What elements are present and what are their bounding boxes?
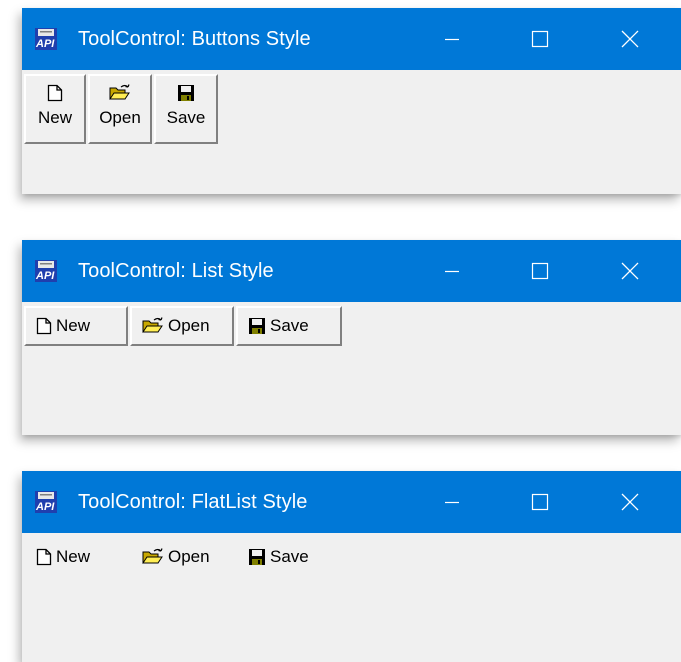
window-title: ToolControl: List Style [78, 260, 274, 282]
minimize-button[interactable] [422, 471, 482, 533]
save-button[interactable]: Save [154, 74, 218, 144]
save-label: Save [270, 316, 309, 335]
floppy-disk-icon [178, 85, 194, 101]
minimize-icon [445, 270, 459, 273]
new-document-icon [36, 317, 52, 335]
window-title: ToolControl: FlatList Style [78, 491, 308, 513]
maximize-button[interactable] [510, 240, 570, 302]
close-button[interactable] [600, 240, 660, 302]
floppy-disk-icon [249, 318, 265, 334]
close-button[interactable] [600, 471, 660, 533]
title-bar[interactable]: API ToolControl: List Style [22, 240, 681, 302]
window-buttons-style: API ToolControl: Buttons Style New Open … [22, 8, 681, 194]
close-icon [621, 30, 639, 48]
window-list-style: API ToolControl: List Style New Open Sav… [22, 240, 681, 435]
window-flatlist-style: API ToolControl: FlatList Style New Open… [22, 471, 681, 662]
app-icon: API [35, 491, 57, 513]
toolbar: New Open Save [24, 306, 344, 346]
svg-text:API: API [35, 501, 55, 513]
floppy-disk-icon [249, 549, 265, 565]
open-button[interactable]: Open [130, 306, 234, 346]
new-label: New [56, 547, 91, 566]
open-label: Open [99, 108, 141, 127]
save-label: Save [270, 547, 309, 566]
svg-text:API: API [35, 270, 55, 282]
client-area: New Open Save [22, 533, 681, 662]
toolbar: New Open Save [24, 74, 220, 144]
open-button[interactable]: Open [130, 537, 234, 577]
save-button[interactable]: Save [236, 537, 342, 577]
new-button[interactable]: New [24, 74, 86, 144]
window-title: ToolControl: Buttons Style [78, 28, 311, 50]
svg-text:API: API [35, 38, 55, 50]
open-label: Open [168, 316, 210, 335]
close-icon [621, 493, 639, 511]
minimize-icon [445, 38, 459, 41]
client-area: New Open Save [22, 70, 681, 194]
minimize-button[interactable] [422, 8, 482, 70]
client-area: New Open Save [22, 302, 681, 435]
close-icon [621, 262, 639, 280]
new-document-icon [36, 548, 52, 566]
new-button[interactable]: New [24, 537, 128, 577]
maximize-button[interactable] [510, 8, 570, 70]
new-button[interactable]: New [24, 306, 128, 346]
maximize-icon [531, 30, 549, 48]
maximize-button[interactable] [510, 471, 570, 533]
title-bar[interactable]: API ToolControl: Buttons Style [22, 8, 681, 70]
minimize-button[interactable] [422, 240, 482, 302]
open-folder-icon [142, 548, 163, 564]
maximize-icon [531, 262, 549, 280]
open-label: Open [168, 547, 210, 566]
open-folder-icon [109, 84, 130, 100]
open-folder-icon [142, 317, 163, 333]
save-button[interactable]: Save [236, 306, 342, 346]
new-label: New [56, 316, 91, 335]
close-button[interactable] [600, 8, 660, 70]
new-document-icon [47, 84, 63, 102]
title-bar[interactable]: API ToolControl: FlatList Style [22, 471, 681, 533]
minimize-icon [445, 501, 459, 504]
save-label: Save [166, 108, 206, 127]
toolbar: New Open Save [24, 537, 344, 577]
app-icon: API [35, 28, 57, 50]
new-label: New [37, 108, 72, 127]
open-button[interactable]: Open [88, 74, 152, 144]
maximize-icon [531, 493, 549, 511]
app-icon: API [35, 260, 57, 282]
